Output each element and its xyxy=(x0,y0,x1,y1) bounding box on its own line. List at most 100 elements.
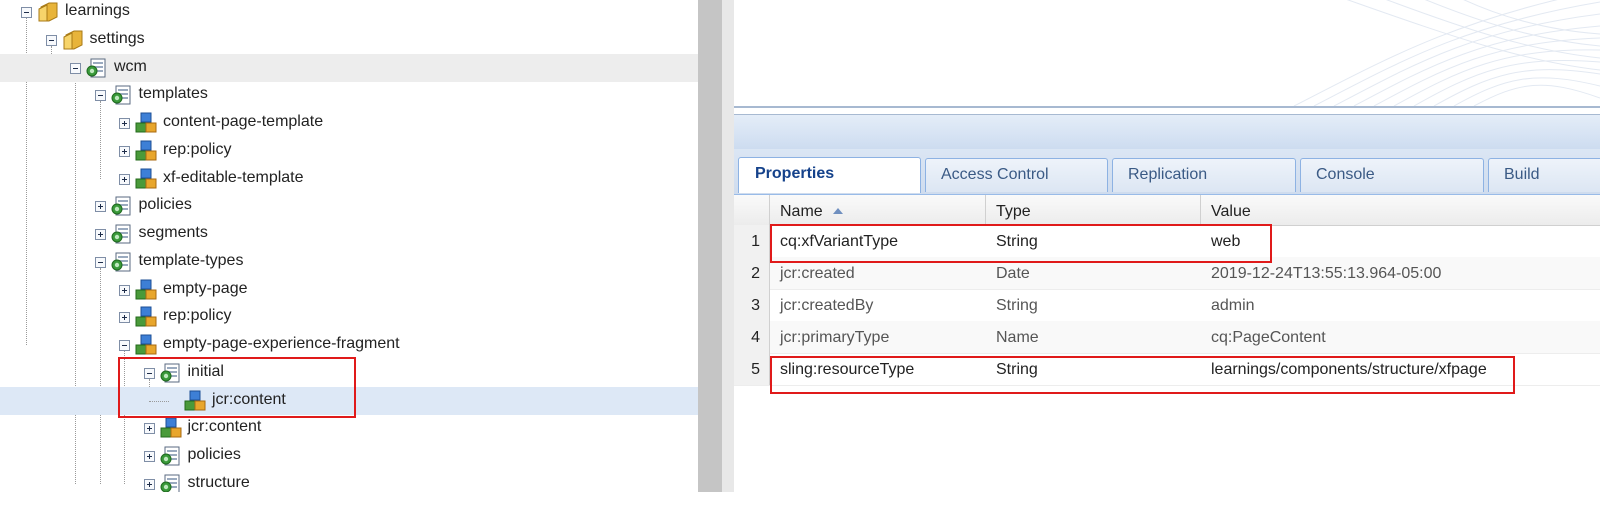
tree-node-label: empty-page xyxy=(163,279,248,297)
tab-strip: Properties Access Control Replication Co… xyxy=(734,149,1600,195)
expand-icon[interactable] xyxy=(143,451,155,462)
tab-label: Access Control xyxy=(941,166,1049,183)
repository-tree: learnings settings wcm templates content-pag… xyxy=(0,0,698,492)
property-value[interactable]: admin xyxy=(1201,289,1600,321)
tree-node-label: segments xyxy=(138,224,208,241)
page-node-icon xyxy=(111,195,133,217)
component-node-icon xyxy=(135,334,157,356)
component-node-icon-glyph xyxy=(135,168,157,188)
property-name[interactable]: jcr:createdBy xyxy=(770,289,986,321)
tree-node[interactable]: rep:policy xyxy=(0,303,698,331)
tree-node[interactable]: policies xyxy=(0,442,698,470)
row-number: 5 xyxy=(734,353,770,385)
page-node-icon-glyph xyxy=(111,224,130,244)
component-node-icon xyxy=(135,112,157,134)
expand-icon[interactable] xyxy=(119,312,130,324)
value-column-header[interactable]: Value xyxy=(1201,195,1600,225)
tree-node[interactable]: jcr:content xyxy=(0,414,698,442)
tree-node-label: policies xyxy=(138,196,192,214)
property-type[interactable]: String xyxy=(986,289,1201,321)
panel-splitter[interactable] xyxy=(698,0,722,492)
component-node-icon xyxy=(135,140,157,162)
tree-node[interactable]: content-page-template xyxy=(0,109,698,137)
expand-icon[interactable] xyxy=(143,423,155,435)
tree-node[interactable]: learnings xyxy=(0,0,698,26)
tab-console[interactable]: Console xyxy=(1300,158,1484,192)
expand-icon[interactable] xyxy=(119,173,130,185)
component-node-icon-glyph xyxy=(135,334,157,355)
tree-node[interactable]: empty-page xyxy=(0,276,698,304)
collapse-icon[interactable] xyxy=(21,7,32,18)
collapse-icon[interactable] xyxy=(70,62,81,74)
folder-icon xyxy=(37,1,59,23)
panel-header-bar xyxy=(734,114,1600,150)
tab-properties[interactable]: Properties xyxy=(738,157,921,193)
tree-node-label: templates xyxy=(138,85,208,103)
sort-ascending-icon xyxy=(833,208,844,214)
collapse-icon[interactable] xyxy=(94,90,106,102)
tree-node-label: jcr:content xyxy=(187,418,262,436)
page-node-icon xyxy=(160,445,182,467)
page-node-icon-glyph xyxy=(160,474,179,492)
tree-node[interactable]: templates xyxy=(0,81,698,109)
tab-replication[interactable]: Replication xyxy=(1112,158,1296,192)
preview-area xyxy=(734,0,1600,108)
type-column-header[interactable]: Type xyxy=(986,195,1201,225)
tree-node[interactable]: structure xyxy=(0,470,698,492)
component-node-icon xyxy=(135,168,157,190)
tree-node[interactable]: empty-page-experience-fragment xyxy=(0,331,698,359)
property-name[interactable]: jcr:primaryType xyxy=(770,321,986,353)
property-row[interactable]: 4 jcr:primaryType Name cq:PageContent xyxy=(734,321,1600,354)
grid-header: Name Type Value xyxy=(734,195,1600,226)
page-node-icon xyxy=(160,473,182,492)
tab-build[interactable]: Build xyxy=(1488,158,1600,192)
tree-node[interactable]: segments xyxy=(0,220,698,248)
value-header-label: Value xyxy=(1211,203,1251,220)
expand-icon[interactable] xyxy=(94,229,106,240)
expand-icon[interactable] xyxy=(94,201,106,213)
component-node-icon-glyph xyxy=(135,306,157,327)
row-number-header xyxy=(734,195,770,225)
page-node-icon xyxy=(111,223,133,245)
name-column-header[interactable]: Name xyxy=(770,195,986,225)
tab-access-control[interactable]: Access Control xyxy=(925,158,1108,192)
component-node-icon-glyph xyxy=(135,140,157,161)
highlight-box-resourcetype xyxy=(770,356,1515,394)
property-type[interactable]: Name xyxy=(986,321,1201,353)
tree-node-label: policies xyxy=(187,446,241,463)
page-node-icon xyxy=(86,57,108,79)
expand-icon[interactable] xyxy=(143,478,155,490)
collapse-icon[interactable] xyxy=(119,340,130,351)
tree-node-label: content-page-template xyxy=(163,113,324,130)
component-node-icon-glyph xyxy=(135,279,157,299)
tree-node-label: xf-editable-template xyxy=(163,168,304,186)
row-number: 2 xyxy=(734,257,770,289)
background-swirl-graphic xyxy=(1293,0,1600,106)
tree-node[interactable]: settings xyxy=(0,26,698,54)
tree-node-label: learnings xyxy=(65,2,130,19)
collapse-icon[interactable] xyxy=(45,34,57,46)
tree-node-label: template-types xyxy=(138,251,244,269)
tree-node-label: settings xyxy=(89,29,145,47)
tree-node[interactable]: rep:policy xyxy=(0,137,698,165)
tree-node[interactable]: xf-editable-template xyxy=(0,165,698,193)
name-header-label: Name xyxy=(780,203,823,220)
collapse-icon[interactable] xyxy=(94,256,106,268)
component-node-icon xyxy=(160,417,182,439)
page-node-icon xyxy=(111,251,133,273)
component-node-icon xyxy=(135,279,157,301)
expand-icon[interactable] xyxy=(119,118,130,129)
folder-icon xyxy=(62,29,84,51)
property-row[interactable]: 3 jcr:createdBy String admin xyxy=(734,289,1600,322)
tree-node[interactable]: template-types xyxy=(0,248,698,276)
highlight-box-tree-initial xyxy=(118,357,356,418)
tree-node[interactable]: wcm xyxy=(0,53,698,82)
tab-label: Replication xyxy=(1128,166,1208,183)
tree-node[interactable]: policies xyxy=(0,192,698,220)
expand-icon[interactable] xyxy=(119,145,130,157)
tree-node-label: wcm xyxy=(114,57,147,75)
tab-label: Properties xyxy=(755,165,835,182)
component-node-icon-glyph xyxy=(135,112,157,133)
expand-icon[interactable] xyxy=(119,284,130,296)
property-value[interactable]: cq:PageContent xyxy=(1201,321,1600,353)
